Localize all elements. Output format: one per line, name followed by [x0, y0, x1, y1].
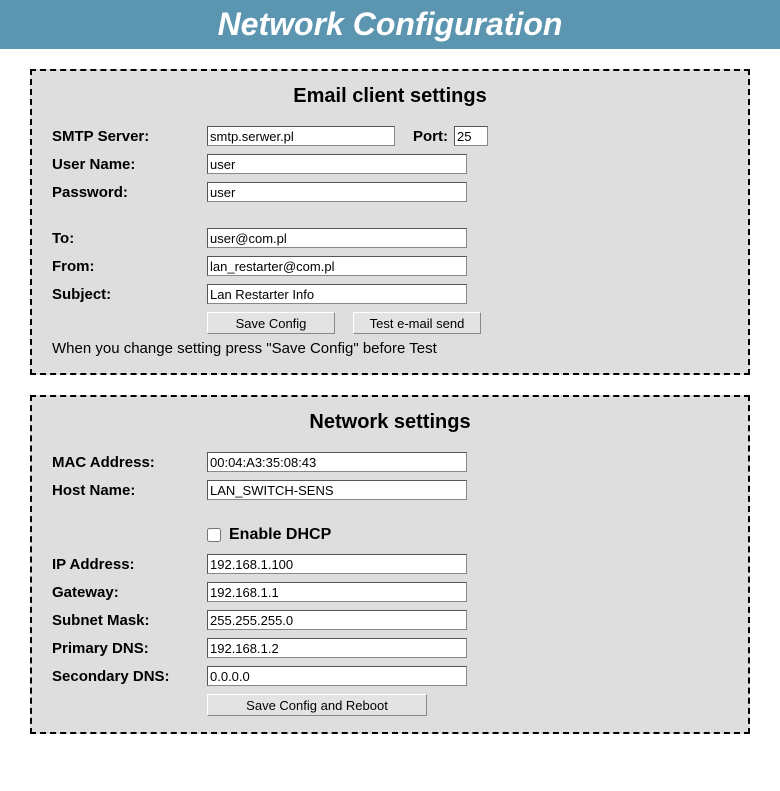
subject-label: Subject: [52, 286, 207, 303]
user-label: User Name: [52, 156, 207, 173]
ip-input[interactable] [207, 554, 467, 574]
dhcp-row: Enable DHCP [207, 526, 728, 544]
host-input[interactable] [207, 480, 467, 500]
page-title: Network Configuration [218, 6, 563, 42]
sdns-row: Secondary DNS: [52, 666, 728, 686]
to-input[interactable] [207, 228, 467, 248]
subject-input[interactable] [207, 284, 467, 304]
from-row: From: [52, 256, 728, 276]
dhcp-checkbox[interactable] [207, 528, 221, 542]
smtp-row: SMTP Server: Port: [52, 126, 728, 146]
host-row: Host Name: [52, 480, 728, 500]
mac-input[interactable] [207, 452, 467, 472]
gateway-label: Gateway: [52, 584, 207, 601]
password-row: Password: [52, 182, 728, 202]
from-label: From: [52, 258, 207, 275]
dhcp-label: Enable DHCP [229, 526, 331, 544]
page-header: Network Configuration [0, 0, 780, 49]
gateway-input[interactable] [207, 582, 467, 602]
ip-label: IP Address: [52, 556, 207, 573]
pdns-label: Primary DNS: [52, 640, 207, 657]
user-input[interactable] [207, 154, 467, 174]
pdns-row: Primary DNS: [52, 638, 728, 658]
email-note: When you change setting press "Save Conf… [52, 340, 728, 357]
user-row: User Name: [52, 154, 728, 174]
gateway-row: Gateway: [52, 582, 728, 602]
save-reboot-button[interactable]: Save Config and Reboot [207, 694, 427, 716]
sdns-input[interactable] [207, 666, 467, 686]
ip-row: IP Address: [52, 554, 728, 574]
smtp-label: SMTP Server: [52, 128, 207, 145]
subnet-label: Subnet Mask: [52, 612, 207, 629]
smtp-input[interactable] [207, 126, 395, 146]
network-panel-title: Network settings [52, 411, 728, 434]
password-input[interactable] [207, 182, 467, 202]
mac-label: MAC Address: [52, 454, 207, 471]
email-panel-title: Email client settings [52, 85, 728, 108]
host-label: Host Name: [52, 482, 207, 499]
from-input[interactable] [207, 256, 467, 276]
port-label: Port: [413, 128, 448, 145]
email-button-row: Save Config Test e-mail send [207, 312, 728, 334]
pdns-input[interactable] [207, 638, 467, 658]
subnet-input[interactable] [207, 610, 467, 630]
to-label: To: [52, 230, 207, 247]
password-label: Password: [52, 184, 207, 201]
save-config-button[interactable]: Save Config [207, 312, 335, 334]
subject-row: Subject: [52, 284, 728, 304]
network-button-row: Save Config and Reboot [207, 694, 728, 716]
email-settings-panel: Email client settings SMTP Server: Port:… [30, 69, 750, 375]
mac-row: MAC Address: [52, 452, 728, 472]
port-input[interactable] [454, 126, 488, 146]
subnet-row: Subnet Mask: [52, 610, 728, 630]
network-settings-panel: Network settings MAC Address: Host Name:… [30, 395, 750, 734]
to-row: To: [52, 228, 728, 248]
sdns-label: Secondary DNS: [52, 668, 207, 685]
test-email-button[interactable]: Test e-mail send [353, 312, 481, 334]
